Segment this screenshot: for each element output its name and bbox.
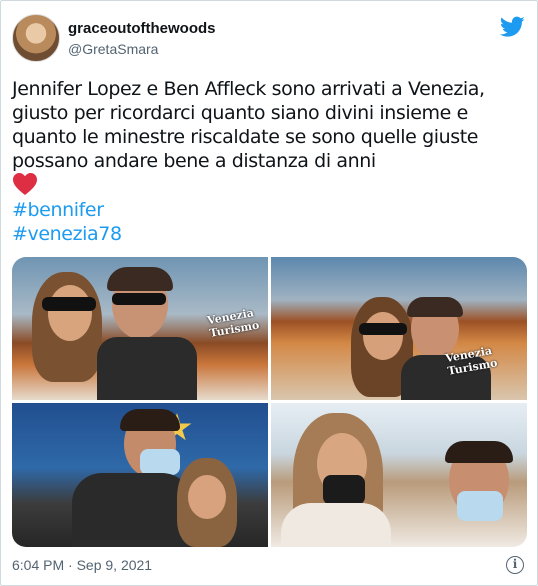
photo-figure — [48, 285, 92, 341]
info-icon[interactable]: i — [506, 556, 524, 574]
tweet-timestamp[interactable]: 6:04 PM · Sep 9, 2021 — [12, 557, 152, 573]
photo-figure — [107, 267, 173, 291]
photo-figure — [72, 473, 192, 547]
photo-grid: Venezia Turismo Venezia Turismo — [12, 257, 527, 547]
tweet-card: graceoutofthewoods @GretaSmara Jennifer … — [0, 0, 538, 586]
photo-figure — [120, 409, 180, 431]
hashtag-bennifer[interactable]: #bennifer — [12, 199, 104, 221]
photo-figure — [363, 312, 403, 360]
photo-figure — [97, 337, 197, 400]
face-mask — [457, 491, 503, 521]
tweet-text: Jennifer Lopez e Ben Affleck sono arriva… — [12, 78, 485, 172]
hashtag-venezia78[interactable]: #venezia78 — [12, 223, 122, 245]
display-name[interactable]: graceoutofthewoods — [68, 20, 216, 37]
photo-figure — [188, 475, 226, 519]
face-mask — [323, 475, 365, 505]
photo-figure — [407, 297, 463, 317]
twitter-bird-icon[interactable] — [500, 16, 525, 38]
user-handle[interactable]: @GretaSmara — [68, 41, 158, 57]
sunglasses — [42, 297, 96, 311]
sunglasses — [359, 323, 407, 335]
red-heart-emoji — [13, 173, 37, 195]
photo-1[interactable]: Venezia Turismo — [12, 257, 268, 400]
avatar[interactable] — [12, 14, 60, 62]
photo-3[interactable] — [12, 403, 268, 547]
sunglasses — [112, 293, 166, 305]
photo-sign-text: Venezia Turismo — [206, 306, 261, 341]
photo-figure — [445, 441, 513, 463]
photo-figure — [281, 503, 391, 547]
face-mask — [140, 449, 180, 475]
photo-2[interactable]: Venezia Turismo — [271, 257, 527, 400]
photo-4[interactable] — [271, 403, 527, 547]
